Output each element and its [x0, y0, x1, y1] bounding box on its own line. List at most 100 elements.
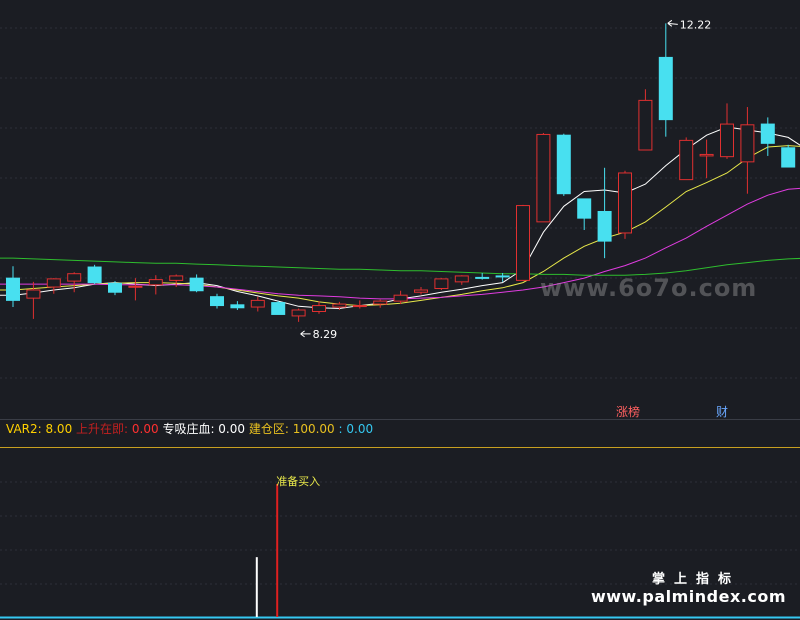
zhuang-label: 专吸庄血:	[162, 422, 219, 436]
jiancang-label: 建仓区:	[248, 422, 293, 436]
candle-body	[189, 277, 204, 292]
candle	[495, 272, 510, 282]
var2-value: 8.00	[45, 422, 73, 436]
candle	[536, 132, 551, 223]
brand-block: 掌上指标 www.palmindex.com	[591, 568, 786, 606]
candle	[393, 290, 408, 305]
candle-body	[414, 289, 428, 293]
candle	[291, 308, 306, 322]
high-price-label: 12.22	[680, 18, 712, 31]
candle	[699, 139, 714, 179]
candle-body	[312, 305, 326, 312]
candle	[720, 103, 734, 159]
candle	[556, 133, 571, 196]
var2-label: VAR2:	[6, 422, 46, 436]
candle	[516, 204, 530, 282]
candle-body	[720, 123, 734, 158]
candle-body	[516, 205, 530, 281]
limit-up-tag: 涨榜	[616, 404, 640, 419]
candle-body	[6, 277, 20, 301]
candle	[434, 278, 449, 290]
candle-body	[148, 279, 163, 286]
candle-body	[434, 278, 449, 290]
candle-body	[577, 198, 592, 219]
candle-body	[291, 309, 306, 317]
buy-signal-label: 准备买入	[276, 474, 320, 488]
candle	[87, 264, 102, 285]
up-value: 0.00	[131, 422, 159, 436]
candle	[352, 300, 367, 309]
candle	[638, 89, 653, 151]
candle-body	[536, 133, 551, 223]
candle-body	[618, 172, 632, 234]
candle-body	[638, 99, 653, 151]
candle-body	[128, 285, 143, 288]
candle	[658, 23, 673, 137]
candle	[250, 296, 265, 312]
high-arrow	[667, 19, 678, 27]
candle-body	[373, 300, 388, 305]
brand-name: 掌上指标	[651, 572, 740, 587]
candle	[26, 281, 41, 319]
candle	[597, 167, 612, 259]
extra-label: :	[334, 422, 347, 436]
indicator-values-bar: VAR2: 8.00 上升在即: 0.00 专吸庄血: 0.00 建仓区: 10…	[0, 420, 800, 438]
candle	[760, 117, 775, 156]
candle-body	[169, 275, 184, 281]
candle-body	[597, 210, 612, 242]
candle-body	[271, 302, 286, 315]
candle-body	[658, 56, 673, 121]
zhuang-value: 0.00	[218, 422, 246, 436]
watermark: www.6o7o.com	[540, 274, 758, 302]
candle	[577, 198, 592, 230]
candle-body	[760, 123, 775, 144]
candle	[67, 272, 82, 293]
candle	[46, 278, 61, 294]
finance-tag: 财	[716, 405, 728, 419]
candle-body	[250, 299, 265, 308]
stock-chart: 12.22 8.29 涨榜 财 准备买入	[0, 18, 800, 619]
candle-body	[475, 276, 490, 279]
candle-body	[210, 296, 224, 307]
candle	[271, 301, 286, 315]
candle	[679, 137, 694, 181]
candle-body	[781, 147, 796, 168]
candle-body	[454, 275, 469, 283]
brand-url: www.palmindex.com	[590, 587, 786, 606]
candle-body	[87, 266, 102, 284]
candle-body	[26, 289, 41, 299]
extra-value: 0.00	[346, 422, 374, 436]
low-price-label: 8.29	[313, 328, 338, 341]
candle	[414, 287, 428, 295]
candle-body	[556, 134, 571, 195]
jiancang-value: 100.00	[292, 422, 335, 436]
candle	[373, 299, 388, 308]
candle	[454, 275, 469, 285]
candle-body	[393, 294, 408, 302]
candle-body	[740, 124, 755, 163]
candle-body	[108, 282, 122, 293]
candle	[189, 274, 204, 293]
candle-body	[352, 305, 367, 308]
candle	[6, 266, 20, 308]
candle	[210, 293, 224, 309]
up-label: 上升在即:	[76, 422, 132, 436]
candle-body	[67, 273, 82, 282]
candle	[128, 278, 143, 301]
candle	[740, 107, 755, 194]
candle	[108, 281, 122, 296]
candle-body	[332, 303, 347, 308]
candle-body	[679, 139, 694, 181]
candle	[230, 301, 245, 310]
candle	[781, 144, 796, 168]
candle-body	[495, 275, 510, 278]
candle	[618, 170, 632, 239]
price-grid	[0, 27, 800, 379]
candle-body	[46, 278, 61, 288]
ma-line	[0, 257, 800, 276]
candle	[312, 301, 326, 314]
candle-body	[699, 153, 714, 157]
candle	[475, 272, 490, 280]
candle-body	[230, 304, 245, 309]
low-arrow	[300, 330, 311, 338]
